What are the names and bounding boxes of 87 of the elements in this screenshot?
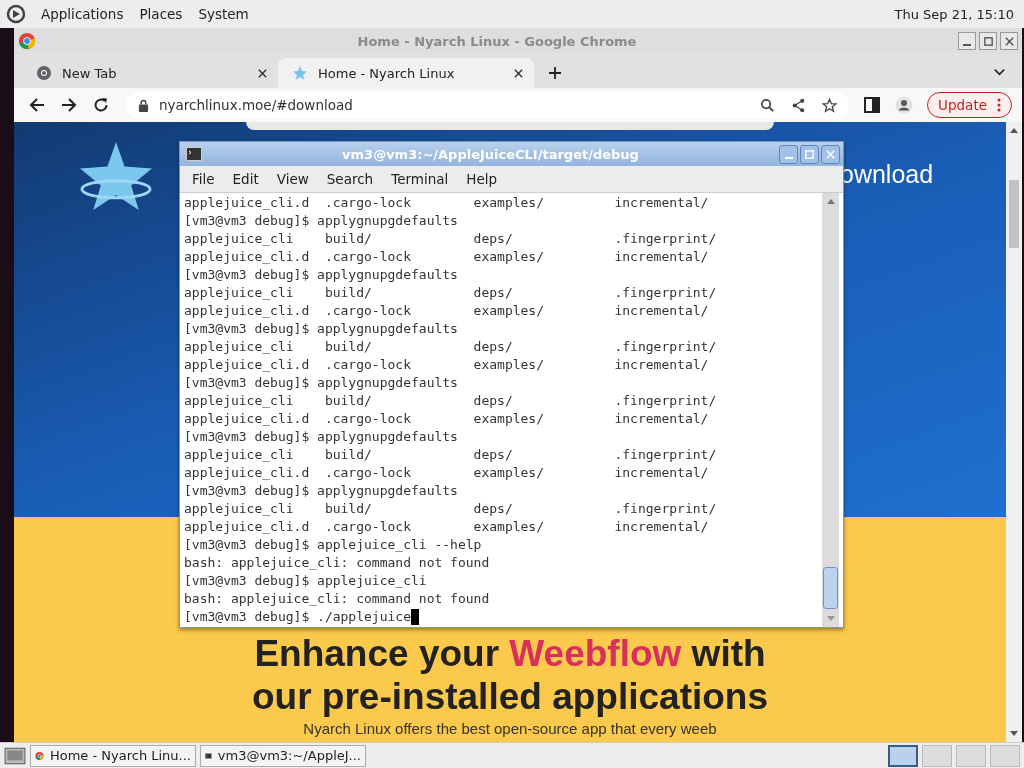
- taskbar-button[interactable]: vm3@vm3:~/AppleJ...: [200, 744, 366, 767]
- terminal-line: [vm3@vm3 debug]$ applygnupgdefaults: [184, 374, 459, 392]
- terminal-line: [vm3@vm3 debug]$ applejuice_cli: [184, 572, 428, 590]
- terminal-line: applejuice_cli.d .cargo-lock examples/ incremental/: [184, 302, 710, 320]
- browser-tab[interactable]: New Tab: [22, 58, 278, 88]
- terminal-line: applejuice_cli.d .cargo-lock examples/ incremental/: [184, 518, 710, 536]
- minimize-icon: [963, 43, 971, 46]
- maximize-button[interactable]: [800, 144, 819, 164]
- scroll-up-icon[interactable]: [1010, 127, 1018, 133]
- terminal-line: applejuice_cli.d .cargo-lock examples/ incremental/: [184, 248, 710, 266]
- distro-icon[interactable]: [6, 4, 26, 24]
- scroll-down-icon[interactable]: [1010, 731, 1018, 737]
- minimize-button[interactable]: [958, 32, 976, 50]
- menu-item[interactable]: File: [184, 171, 223, 187]
- address-bar[interactable]: nyarchlinux.moe/#download: [126, 91, 850, 119]
- terminal-line: applejuice_cli.d .cargo-lock examples/ incremental/: [184, 464, 710, 482]
- terminal-line: [vm3@vm3 debug]$ applygnupgdefaults: [184, 320, 459, 338]
- window-title: vm3@vm3:~/AppleJuiceCLI/target/debug: [341, 146, 640, 162]
- window-title: Home - Nyarch Linux - Google Chrome: [356, 33, 638, 49]
- menu-item[interactable]: View: [268, 171, 317, 187]
- chrome-icon: [36, 65, 52, 81]
- close-icon: [825, 148, 836, 160]
- menu-item[interactable]: Terminal: [383, 171, 457, 187]
- show-desktop-icon[interactable]: [4, 745, 26, 766]
- headline: Enhance your Weebflow with: [254, 632, 766, 675]
- lock-icon: [138, 98, 149, 112]
- headline: our pre-installed applications: [252, 675, 768, 718]
- scrollbar[interactable]: [1006, 122, 1022, 742]
- panel-menu[interactable]: Places: [132, 4, 190, 24]
- terminal-line: applejuice_cli.d .cargo-lock examples/ incremental/: [184, 356, 710, 374]
- star-logo-icon: [78, 140, 154, 212]
- star-logo-icon: [292, 65, 308, 81]
- menu-item[interactable]: Edit: [224, 171, 267, 187]
- close-button[interactable]: [821, 144, 840, 164]
- maximize-icon: [982, 35, 994, 47]
- close-icon: [1003, 35, 1015, 47]
- profile-icon[interactable]: [895, 96, 914, 114]
- maximize-icon: [804, 148, 815, 160]
- chrome-logo-icon: [18, 32, 36, 50]
- terminal-line: applejuice_cli build/ deps/ .fingerprint/: [184, 392, 718, 410]
- maximize-button[interactable]: [979, 32, 997, 50]
- clock[interactable]: Thu Sep 21, 15:10: [894, 6, 1018, 22]
- url-text: nyarchlinux.moe/#download: [159, 97, 353, 113]
- share-icon[interactable]: [791, 97, 807, 113]
- more-icon: [997, 98, 1001, 112]
- scrollbar-thumb[interactable]: [1009, 180, 1019, 248]
- scrollbar-thumb[interactable]: [823, 567, 838, 609]
- terminal-line: applejuice_cli.d .cargo-lock examples/ incremental/: [184, 194, 710, 212]
- terminal-line: bash: applejuice_cli: command not found: [184, 554, 491, 572]
- terminal-line: [vm3@vm3 debug]$ ./applejuice: [184, 608, 822, 626]
- forward-icon[interactable]: [60, 96, 78, 114]
- taskbar-button[interactable]: Home - Nyarch Linu...: [30, 744, 196, 767]
- description: Nyarch Linux offers the best open-source app that every weeb: [303, 720, 717, 738]
- reload-icon[interactable]: [92, 96, 110, 114]
- bookmark-star-icon[interactable]: [822, 97, 838, 113]
- terminal-icon: [186, 147, 202, 161]
- minimize-button[interactable]: [779, 144, 798, 164]
- panel-menu[interactable]: Applications: [34, 4, 131, 24]
- terminal-line: applejuice_cli build/ deps/ .fingerprint/: [184, 446, 718, 464]
- side-panel-icon[interactable]: [863, 96, 882, 114]
- terminal-line: bash: applejuice_cli: command not found: [184, 590, 491, 608]
- browser-tab[interactable]: Home - Nyarch Linux: [278, 58, 534, 88]
- panel-menu[interactable]: System: [191, 4, 256, 24]
- close-icon[interactable]: [257, 67, 268, 79]
- terminal-line: applejuice_cli build/ deps/ .fingerprint/: [184, 284, 718, 302]
- update-button[interactable]: Update: [927, 92, 1012, 118]
- terminal-line: [vm3@vm3 debug]$ applygnupgdefaults: [184, 428, 459, 446]
- minimize-icon: [784, 156, 793, 159]
- section-heading: ownload: [840, 160, 934, 189]
- workspace-button[interactable]: [888, 744, 918, 767]
- new-tab-icon[interactable]: [548, 66, 562, 80]
- close-icon[interactable]: [513, 67, 524, 79]
- terminal-line: [vm3@vm3 debug]$ applygnupgdefaults: [184, 266, 459, 284]
- terminal-line: applejuice_cli.d .cargo-lock examples/ incremental/: [184, 410, 710, 428]
- terminal-line: [vm3@vm3 debug]$ applygnupgdefaults: [184, 482, 459, 500]
- terminal-line: applejuice_cli build/ deps/ .fingerprint/: [184, 230, 718, 248]
- close-button[interactable]: [1000, 32, 1018, 50]
- search-icon[interactable]: [760, 97, 776, 113]
- scrollbar[interactable]: [822, 193, 839, 627]
- back-icon[interactable]: [28, 96, 46, 114]
- scroll-up-icon[interactable]: [826, 198, 835, 204]
- menu-item[interactable]: Search: [318, 171, 382, 187]
- terminal-line: applejuice_cli build/ deps/ .fingerprint/: [184, 500, 718, 518]
- terminal-line: [vm3@vm3 debug]$ applygnupgdefaults: [184, 212, 459, 230]
- terminal-line: applejuice_cli build/ deps/ .fingerprint/: [184, 338, 718, 356]
- menu-item[interactable]: Help: [458, 171, 506, 187]
- terminal-line: [vm3@vm3 debug]$ applejuice_cli --help: [184, 536, 483, 554]
